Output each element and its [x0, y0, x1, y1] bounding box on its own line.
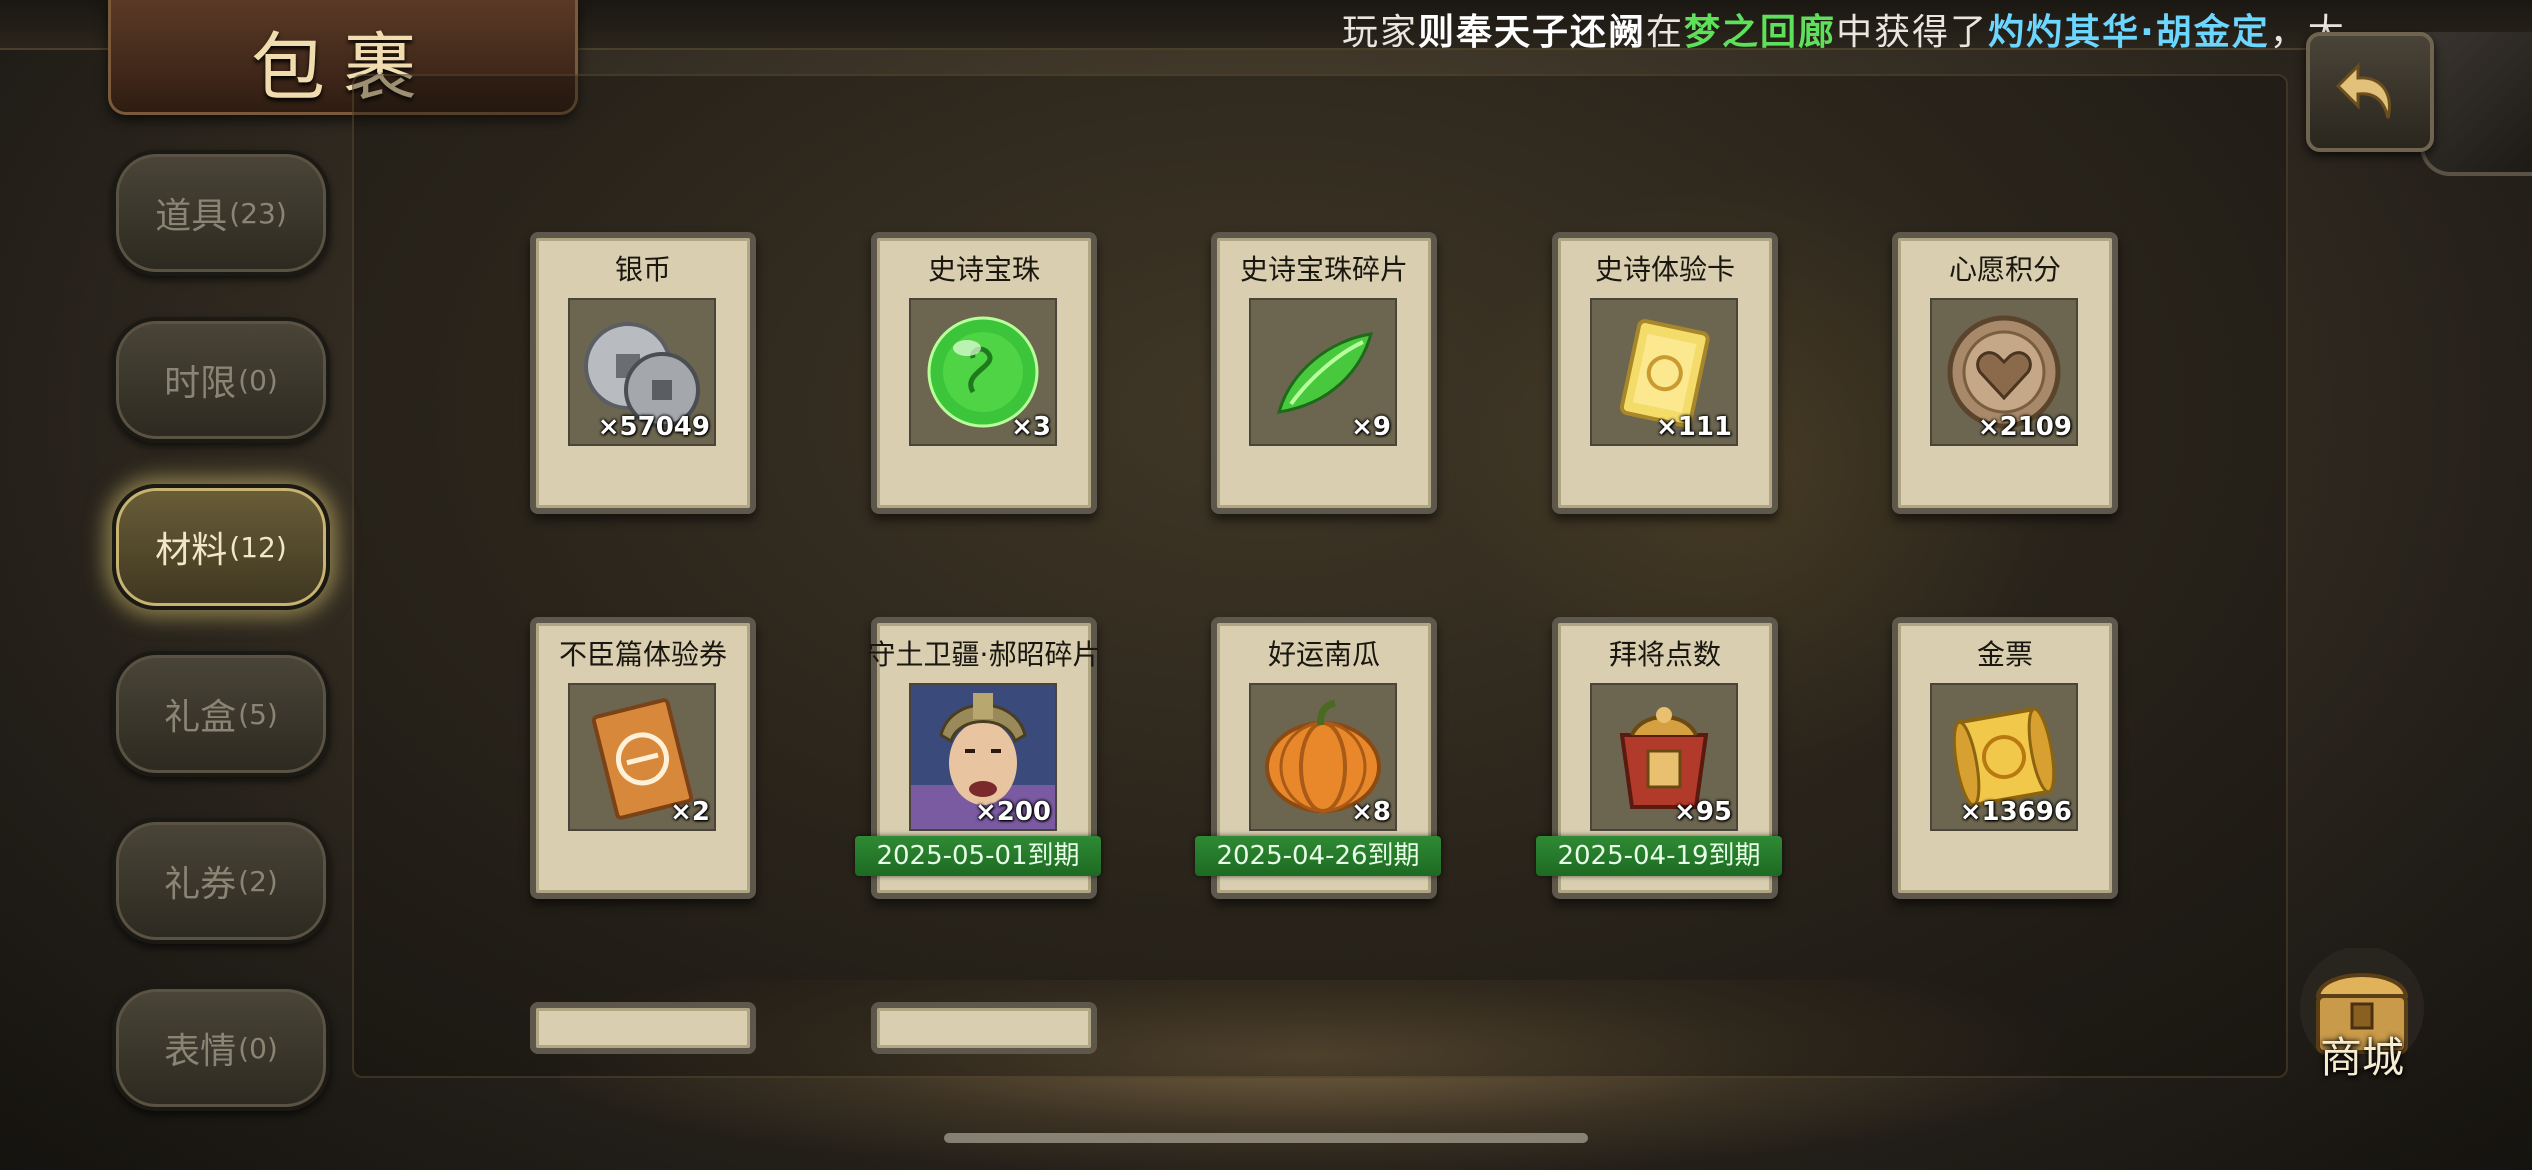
item-card-epic-trial-card[interactable]: 史诗体验卡 ×111	[1552, 232, 1778, 514]
item-name: 金票	[1976, 638, 2033, 671]
item-card-wish-points[interactable]: 心愿积分 ×2109	[1892, 232, 2118, 514]
tab-label: 礼券	[164, 864, 237, 905]
item-card-epic-orb-shard[interactable]: 史诗宝珠碎片 ×9	[1211, 232, 1437, 514]
announcement-location: 梦之回廊	[1684, 12, 1837, 53]
announcement-part: 在	[1646, 12, 1685, 53]
item-name: 心愿积分	[1948, 253, 2061, 286]
item-card-epic-orb[interactable]: 史诗宝珠 ×3	[871, 232, 1097, 514]
back-arrow-icon	[2335, 62, 2391, 119]
item-quantity: ×8	[1351, 797, 1391, 827]
item-quantity: ×3	[1011, 412, 1051, 442]
item-quantity: ×200	[974, 797, 1051, 827]
item-name: 守土卫疆·郝昭碎片	[867, 638, 1101, 671]
expiry-badge: 2025-04-19到期	[1536, 836, 1782, 876]
announcement-part: 中获得了	[1836, 12, 1989, 53]
item-icon-box: ×2	[568, 683, 716, 831]
item-name: 拜将点数	[1608, 638, 1721, 671]
item-icon-box: ×57049	[568, 298, 716, 446]
tab-label: 表情	[164, 1031, 237, 1072]
tab-gift-boxes[interactable]: 礼盒 (5)	[112, 651, 330, 777]
tab-emotes[interactable]: 表情 (0)	[112, 985, 330, 1111]
tab-count: (2)	[238, 864, 278, 898]
item-icon-box: ×95	[1590, 683, 1738, 831]
item-quantity: ×2	[670, 797, 710, 827]
item-quantity: ×2109	[1977, 412, 2072, 442]
announcement-item: 灼灼其华·胡金定	[1988, 12, 2270, 53]
tab-count: (5)	[238, 697, 278, 731]
item-icon-box: ×111	[1590, 298, 1738, 446]
item-icon-box: ×200	[909, 683, 1057, 831]
item-icon-box: ×9	[1249, 298, 1397, 446]
item-card-buchen-trial-ticket[interactable]: 不臣篇体验券 ×2	[530, 617, 756, 899]
announcement-player-name: 则奉天子还阙	[1418, 12, 1647, 53]
shop-button[interactable]: 商城	[2292, 948, 2432, 1088]
item-icon-box: ×8	[1249, 683, 1397, 831]
inventory-panel	[352, 74, 2288, 1078]
announcement-text: 玩家则奉天子还阙在梦之回廊中获得了灼灼其华·胡金定，大	[1342, 3, 2346, 55]
expiry-badge: 2025-05-01到期	[855, 836, 1101, 876]
tab-coupons[interactable]: 礼券 (2)	[112, 818, 330, 944]
tab-count: (0)	[238, 1031, 278, 1065]
tab-count: (0)	[238, 363, 278, 397]
item-card-silver-coin[interactable]: 银币 ×57049	[530, 232, 756, 514]
tab-count: (12)	[229, 530, 287, 564]
item-quantity: ×57049	[597, 412, 710, 442]
item-name: 不臣篇体验券	[558, 638, 727, 671]
item-icon-box: ×2109	[1930, 298, 2078, 446]
tab-items[interactable]: 道具 (23)	[112, 150, 330, 276]
item-icon-box: ×13696	[1930, 683, 2078, 831]
tab-label: 材料	[155, 530, 228, 571]
item-icon-box: ×3	[909, 298, 1057, 446]
item-name: 史诗宝珠碎片	[1239, 253, 1408, 286]
item-name: 好运南瓜	[1267, 638, 1380, 671]
item-quantity: ×111	[1655, 412, 1732, 442]
home-indicator[interactable]	[944, 1133, 1588, 1143]
item-name: 银币	[614, 253, 671, 286]
tab-label: 时限	[164, 363, 237, 404]
tab-timed[interactable]: 时限 (0)	[112, 317, 330, 443]
item-card-partial[interactable]	[530, 1002, 756, 1054]
expiry-badge: 2025-04-26到期	[1195, 836, 1441, 876]
tab-materials[interactable]: 材料 (12)	[112, 484, 330, 610]
tab-label: 礼盒	[164, 697, 237, 738]
item-quantity: ×95	[1674, 797, 1732, 827]
back-button[interactable]	[2306, 32, 2434, 152]
corner-ornament	[2420, 32, 2532, 176]
tab-label: 道具	[155, 196, 228, 237]
item-name: 史诗宝珠	[927, 253, 1040, 286]
item-card-gold-ticket[interactable]: 金票 ×13696	[1892, 617, 2118, 899]
item-quantity: ×9	[1351, 412, 1391, 442]
item-name: 史诗体验卡	[1594, 253, 1735, 286]
item-quantity: ×13696	[1959, 797, 2072, 827]
shop-label: 商城	[2319, 1033, 2404, 1082]
tab-count: (23)	[229, 196, 287, 230]
item-card-partial[interactable]	[871, 1002, 1097, 1054]
announcement-part: 玩家	[1342, 12, 1419, 53]
